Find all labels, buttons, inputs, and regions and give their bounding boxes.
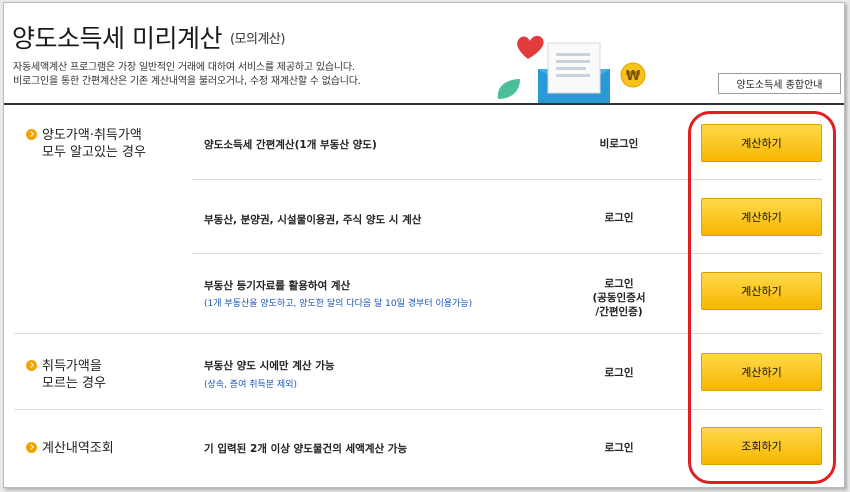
login-requirement: 로그인 — [604, 212, 634, 224]
header-illustration: ₩ — [497, 35, 646, 105]
arrow-bullet-icon — [26, 129, 37, 140]
category-history-lookup: 계산내역조회 — [26, 440, 114, 457]
service-note: (상속, 증여 취득분 제외) — [204, 380, 297, 390]
service-label: 부동산 등기자료를 활용하여 계산 — [204, 280, 351, 292]
category-line: 계산내역조회 — [42, 441, 114, 456]
page-frame: 양도소득세 미리계산 (모의계산) 자동세액계산 프로그램은 가장 일반적인 거래… — [3, 2, 845, 488]
tax-guide-button[interactable]: 양도소득세 종합안내 — [718, 73, 841, 94]
login-requirement: 비로그인 — [599, 138, 639, 150]
login-line: /간편인증) — [595, 306, 643, 318]
svg-text:₩: ₩ — [626, 69, 641, 84]
description-line-2: 비로그인을 통한 간편계산은 기존 계산내역을 불러오거나, 수정 재계산할 수… — [13, 76, 361, 87]
arrow-bullet-icon — [26, 442, 37, 453]
login-requirement: 로그인 — [604, 367, 634, 379]
category-line: 양도가액·취득가액 — [42, 128, 142, 143]
category-known-prices: 양도가액·취득가액 모두 알고있는 경우 — [26, 127, 146, 161]
leaf-icon — [497, 79, 520, 99]
login-requirement: 로그인 — [604, 442, 634, 454]
service-label: 부동산 양도 시에만 계산 가능 — [204, 360, 335, 372]
page-title-text: 양도소득세 미리계산 — [12, 24, 222, 53]
service-label: 기 입력된 2개 이상 양도물건의 세액계산 가능 — [204, 443, 408, 455]
won-coin-icon: ₩ — [620, 62, 646, 88]
login-line: 로그인 — [604, 278, 634, 290]
service-note: (1개 부동산을 양도하고, 양도한 달의 다다음 달 10일 경부터 이용가능… — [204, 299, 473, 309]
login-line: (공동인증서 — [592, 292, 646, 304]
highlight-annotation — [688, 111, 836, 484]
category-line: 모두 알고있는 경우 — [42, 145, 146, 160]
service-label: 부동산, 분양권, 시설물이용권, 주식 양도 시 계산 — [204, 214, 422, 226]
description-line-1: 자동세액계산 프로그램은 가장 일반적인 거래에 대하여 서비스를 제공하고 있… — [13, 62, 355, 73]
document-icon — [547, 42, 601, 94]
arrow-bullet-icon — [26, 360, 37, 371]
category-line: 취득가액을 — [42, 359, 102, 374]
category-line: 모르는 경우 — [42, 376, 106, 391]
page-title: 양도소득세 미리계산 (모의계산) — [12, 19, 285, 55]
login-requirement: 로그인 (공동인증서 /간편인증) — [564, 277, 674, 319]
header-divider — [4, 103, 844, 105]
page-subtitle: (모의계산) — [229, 32, 285, 47]
service-label: 양도소득세 간편계산(1개 부동산 양도) — [204, 139, 377, 151]
heart-icon — [517, 35, 544, 59]
page-description: 자동세액계산 프로그램은 가장 일반적인 거래에 대하여 서비스를 제공하고 있… — [13, 61, 361, 89]
page-header: 양도소득세 미리계산 (모의계산) 자동세액계산 프로그램은 가장 일반적인 거래… — [4, 3, 844, 105]
category-unknown-acquisition: 취득가액을 모르는 경우 — [26, 358, 106, 392]
